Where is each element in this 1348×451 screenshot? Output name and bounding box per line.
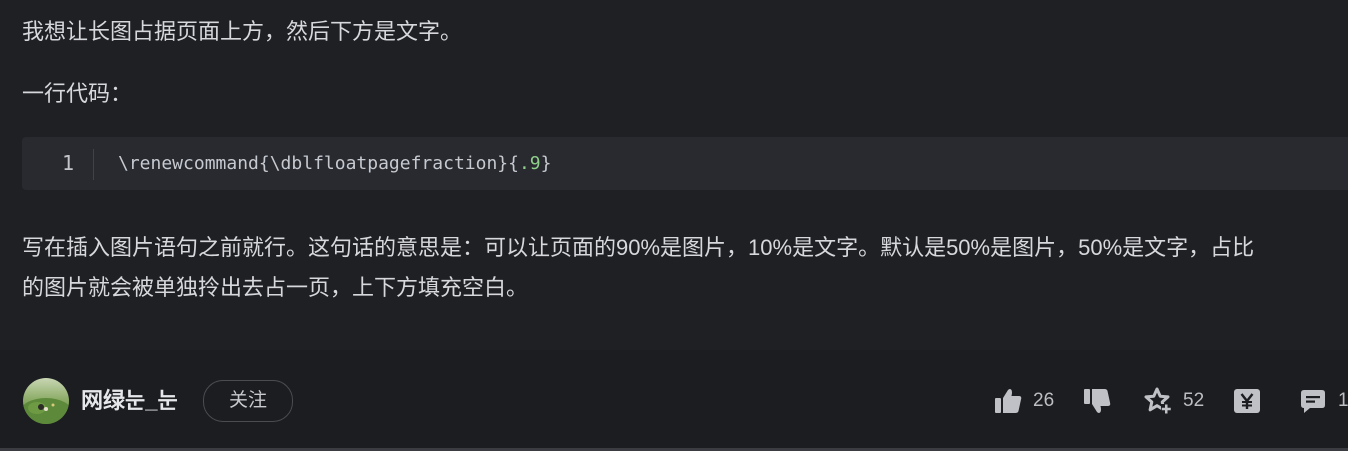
like-button[interactable]: 26: [993, 385, 1054, 417]
thumbs-up-icon: [993, 386, 1023, 416]
code-command-text: \renewcommand{\dblfloatpagefraction}{: [118, 153, 519, 174]
follow-button[interactable]: 关注: [203, 380, 293, 422]
paragraph-explanation: 写在插入图片语句之前就行。这句话的意思是：可以让页面的90%是图片，10%是文字…: [22, 228, 1254, 308]
code-closing-brace: }: [540, 153, 552, 174]
yen-icon: [1232, 386, 1262, 416]
author-name[interactable]: 网绿눈_눈: [81, 384, 178, 418]
star-plus-icon: [1143, 386, 1173, 416]
answer-page: 我想让长图占据页面上方，然后下方是文字。 一行代码： 1 \renewcomma…: [0, 0, 1348, 451]
comment-icon: [1298, 386, 1328, 416]
code-block: 1 \renewcommand{\dblfloatpagefraction}{.…: [22, 137, 1348, 190]
code-gutter-divider: [93, 149, 94, 180]
author-avatar[interactable]: [23, 378, 69, 424]
favorite-count: 52: [1183, 390, 1205, 411]
paragraph-intro: 我想让长图占据页面上方，然后下方是文字。: [22, 19, 463, 44]
reward-button[interactable]: [1232, 385, 1262, 417]
thumbs-down-icon: [1082, 386, 1112, 416]
favorite-button[interactable]: 52: [1143, 385, 1204, 417]
code-number-literal: .9: [518, 153, 541, 174]
paragraph-explanation-line-2: 的图片就会被单独拎出去占一页，上下方填充空白。: [22, 275, 529, 300]
comment-button[interactable]: 1: [1298, 385, 1348, 417]
dislike-button[interactable]: [1082, 385, 1112, 417]
comment-count: 1: [1338, 390, 1348, 411]
paragraph-code-intro: 一行代码：: [22, 81, 133, 106]
code-line-number: 1: [62, 151, 75, 175]
like-count: 26: [1033, 390, 1055, 411]
paragraph-explanation-line-1: 写在插入图片语句之前就行。这句话的意思是：可以让页面的90%是图片，10%是文字…: [22, 235, 1255, 260]
code-line: \renewcommand{\dblfloatpagefraction}{.9}: [118, 137, 552, 190]
